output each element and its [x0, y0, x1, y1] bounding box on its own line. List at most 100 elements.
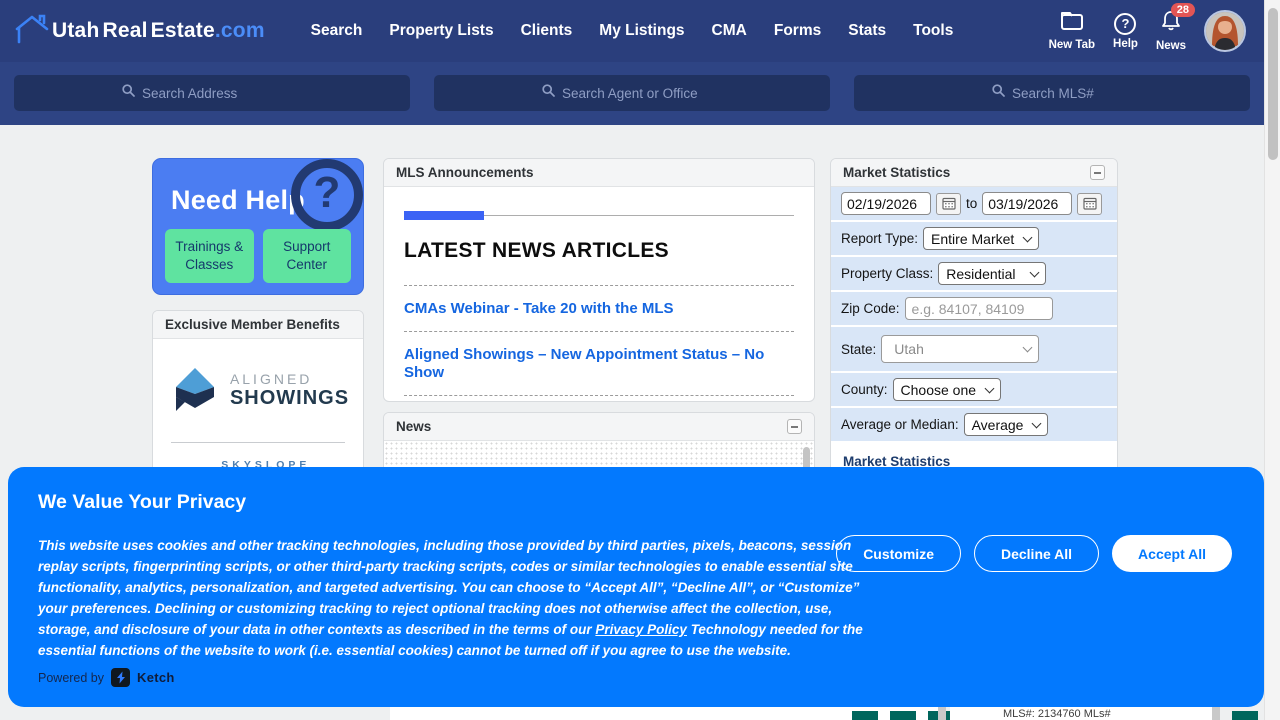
search-address-input[interactable]: [142, 86, 302, 101]
support-center-button[interactable]: Support Center: [263, 229, 352, 283]
report-type-select[interactable]: Entire Market: [923, 227, 1039, 250]
average-median-select[interactable]: Average: [964, 413, 1049, 436]
member-benefits-header: Exclusive Member Benefits: [153, 311, 363, 339]
county-row: County: Choose one: [831, 373, 1117, 408]
page-scrollbar[interactable]: [1264, 0, 1280, 720]
site-logo[interactable]: UtahRealEstate.com: [14, 13, 265, 50]
privacy-policy-link[interactable]: Privacy Policy: [595, 622, 687, 637]
decline-all-button[interactable]: Decline All: [974, 535, 1099, 572]
scrollbar-thumb[interactable]: [1268, 8, 1278, 160]
new-tab-label: New Tab: [1049, 39, 1095, 51]
main-nav: Search Property Lists Clients My Listing…: [311, 22, 954, 40]
nav-item-forms[interactable]: Forms: [774, 22, 821, 40]
clipped-card: [390, 707, 938, 720]
property-class-row: Property Class: Residential: [831, 257, 1117, 292]
aligned-showings-icon: [167, 361, 221, 420]
cookie-banner-text: This website uses cookies and other trac…: [38, 535, 886, 661]
collapse-news-button[interactable]: [787, 419, 802, 434]
clipped-mls-text: MLS#: 2134760 MLs#: [1003, 708, 1111, 720]
nav-item-search[interactable]: Search: [311, 22, 363, 40]
new-tab-button[interactable]: New Tab: [1049, 11, 1095, 51]
report-type-label: Report Type:: [841, 231, 918, 246]
news-badge: 28: [1171, 3, 1195, 17]
scrollbar-sliver: [938, 707, 946, 720]
search-icon: [992, 84, 1005, 102]
need-help-title: Need Help: [171, 185, 305, 216]
latest-news-heading: LATEST NEWS ARTICLES: [404, 239, 794, 263]
search-icon: [122, 84, 135, 102]
accept-all-button[interactable]: Accept All: [1112, 535, 1232, 572]
help-label: Help: [1113, 38, 1138, 50]
nav-item-clients[interactable]: Clients: [521, 22, 573, 40]
nav-item-tools[interactable]: Tools: [913, 22, 953, 40]
calendar-icon[interactable]: [936, 193, 961, 215]
search-agent-input[interactable]: [562, 86, 722, 101]
nav-item-property-lists[interactable]: Property Lists: [389, 22, 493, 40]
chevron-down-icon: [1032, 418, 1042, 428]
ketch-icon: [111, 668, 130, 687]
news-button[interactable]: 28 News: [1156, 10, 1186, 52]
new-tab-icon: [1060, 11, 1084, 36]
date-to-label: to: [966, 196, 977, 211]
logo-text: UtahRealEstate.com: [52, 19, 265, 43]
date-to-input[interactable]: [982, 192, 1072, 215]
county-select[interactable]: Choose one: [893, 378, 1002, 401]
search-agent-bar[interactable]: [434, 75, 830, 111]
chevron-down-icon: [1023, 343, 1033, 353]
aligned-showings-logo[interactable]: ALIGNED SHOWINGS: [153, 339, 363, 442]
state-select[interactable]: Utah: [881, 335, 1039, 363]
mls-announcements-card: MLS Announcements LATEST NEWS ARTICLES C…: [383, 158, 815, 402]
date-range-row: to: [831, 187, 1117, 222]
nav-item-my-listings[interactable]: My Listings: [599, 22, 684, 40]
news-article-link-1[interactable]: CMAs Webinar - Take 20 with the MLS: [404, 300, 674, 317]
powered-by-label: Powered by: [38, 671, 104, 685]
search-strip: [0, 62, 1264, 125]
carousel-progress: [404, 211, 794, 221]
scrollbar-sliver: [1212, 707, 1220, 720]
top-navigation-bar: UtahRealEstate.com Search Property Lists…: [0, 0, 1264, 62]
search-address-bar[interactable]: [14, 75, 410, 111]
customize-button[interactable]: Customize: [836, 535, 961, 572]
trainings-classes-button[interactable]: Trainings & Classes: [165, 229, 254, 283]
nav-item-cma[interactable]: CMA: [712, 22, 747, 40]
state-row: State: Utah: [831, 327, 1117, 373]
question-mark-icon: ?: [291, 159, 363, 231]
chevron-down-icon: [1023, 232, 1033, 242]
collapse-stats-button[interactable]: [1090, 165, 1105, 180]
carousel-progress-bar: [404, 211, 484, 220]
report-type-row: Report Type: Entire Market: [831, 222, 1117, 257]
user-avatar[interactable]: [1204, 10, 1246, 52]
chevron-down-icon: [985, 383, 995, 393]
bell-icon: 28: [1161, 10, 1181, 37]
market-statistics-header: Market Statistics: [831, 159, 1117, 187]
zip-code-label: Zip Code:: [841, 301, 900, 316]
top-actions: New Tab ? Help 28 News: [1049, 0, 1246, 62]
chevron-down-icon: [1030, 267, 1040, 277]
zip-code-row: Zip Code:: [831, 292, 1117, 327]
state-label: State:: [841, 342, 876, 357]
calendar-icon[interactable]: [1077, 193, 1102, 215]
mls-announcements-header: MLS Announcements: [384, 159, 814, 187]
county-label: County:: [841, 382, 888, 397]
clipped-page-content: MLS#: 2134760 MLs#: [0, 707, 1264, 720]
nav-item-stats[interactable]: Stats: [848, 22, 886, 40]
divider: [404, 395, 794, 396]
aligned-line1: ALIGNED: [230, 371, 349, 387]
market-statistics-form: to Report Type: Entire Market Property C…: [831, 187, 1117, 443]
zip-code-input[interactable]: [905, 297, 1053, 320]
powered-by-ketch[interactable]: Powered by Ketch: [38, 668, 175, 687]
clipped-card: MLS#: 2134760 MLs#: [950, 707, 1212, 720]
help-button[interactable]: ? Help: [1113, 13, 1138, 50]
news-article-link-2[interactable]: Aligned Showings – New Appointment Statu…: [404, 346, 764, 381]
date-from-input[interactable]: [841, 192, 931, 215]
house-icon: [14, 13, 52, 50]
help-icon: ?: [1114, 13, 1136, 35]
property-class-select[interactable]: Residential: [938, 262, 1046, 285]
cookie-consent-banner: We Value Your Privacy This website uses …: [8, 467, 1264, 707]
search-mls-bar[interactable]: [854, 75, 1250, 111]
cookie-banner-title: We Value Your Privacy: [38, 491, 246, 514]
property-class-label: Property Class:: [841, 266, 933, 281]
ketch-label: Ketch: [137, 670, 175, 685]
aligned-line2: SHOWINGS: [230, 387, 349, 410]
search-mls-input[interactable]: [1012, 86, 1112, 101]
